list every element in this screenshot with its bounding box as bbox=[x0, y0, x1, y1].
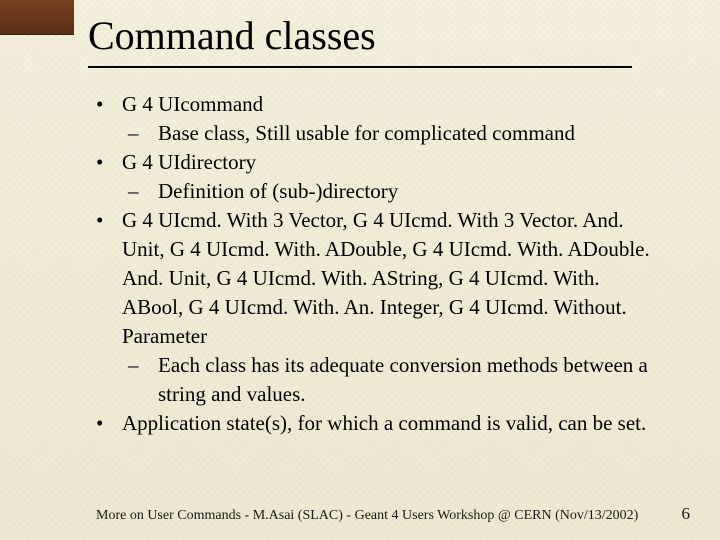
bullet-text: Base class, Still usable for complicated… bbox=[158, 121, 575, 145]
footer-text: More on User Commands - M.Asai (SLAC) - … bbox=[96, 508, 638, 524]
bullet-text: Application state(s), for which a comman… bbox=[122, 411, 646, 435]
page-number: 6 bbox=[682, 504, 691, 524]
footer: More on User Commands - M.Asai (SLAC) - … bbox=[96, 504, 690, 524]
title-underline bbox=[88, 66, 632, 68]
slide: Command classes G 4 UIcommand Base class… bbox=[0, 0, 720, 540]
bullet-text: G 4 UIcmd. With 3 Vector, G 4 UIcmd. Wit… bbox=[122, 208, 650, 348]
bullet-text: Each class has its adequate conversion m… bbox=[158, 353, 648, 406]
list-item: G 4 UIcommand bbox=[96, 90, 660, 119]
bullet-list: G 4 UIcommand Base class, Still usable f… bbox=[96, 90, 660, 438]
slide-content: G 4 UIcommand Base class, Still usable f… bbox=[96, 90, 660, 438]
slide-title: Command classes bbox=[88, 12, 376, 59]
list-item: G 4 UIcmd. With 3 Vector, G 4 UIcmd. Wit… bbox=[96, 206, 660, 351]
list-item: Application state(s), for which a comman… bbox=[96, 409, 660, 438]
list-item: Base class, Still usable for complicated… bbox=[96, 119, 660, 148]
bullet-text: G 4 UIcommand bbox=[122, 92, 263, 116]
bullet-text: Definition of (sub-)directory bbox=[158, 179, 398, 203]
list-item: Definition of (sub-)directory bbox=[96, 177, 660, 206]
list-item: G 4 UIdirectory bbox=[96, 148, 660, 177]
bullet-text: G 4 UIdirectory bbox=[122, 150, 256, 174]
list-item: Each class has its adequate conversion m… bbox=[96, 351, 660, 409]
corner-accent bbox=[0, 0, 74, 35]
